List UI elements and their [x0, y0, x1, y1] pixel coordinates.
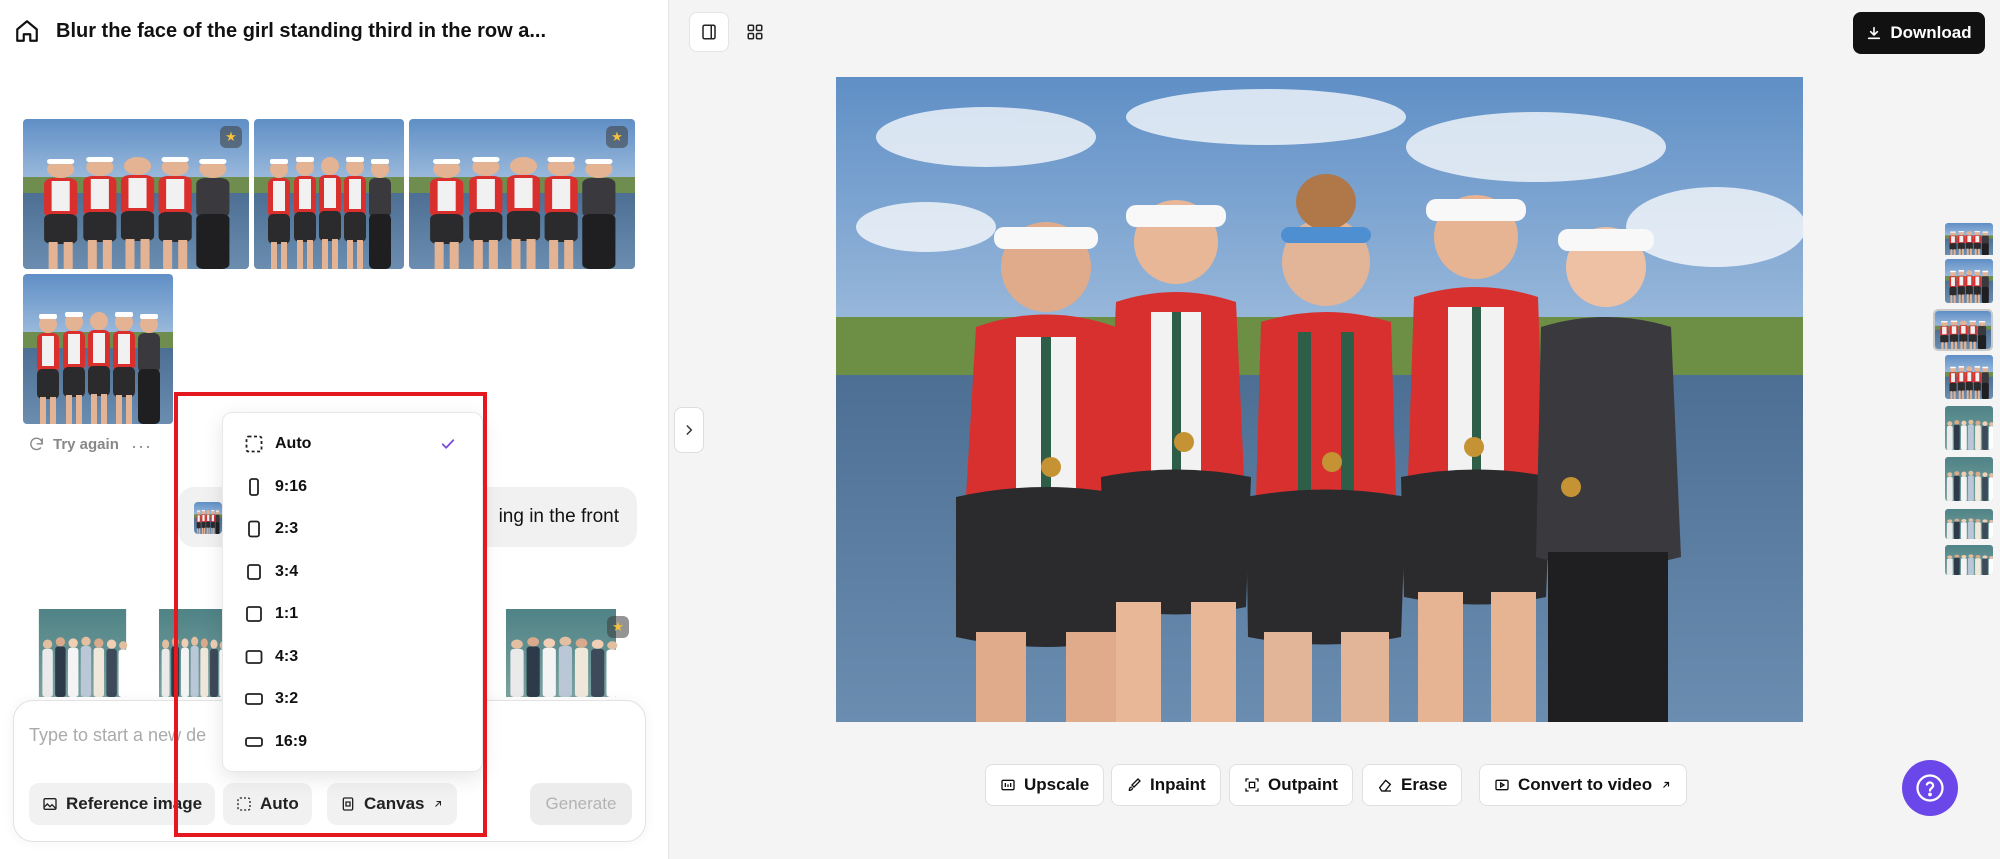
brush-icon — [1128, 778, 1141, 792]
single-view-icon — [702, 24, 716, 40]
inpaint-button[interactable]: Inpaint — [1111, 764, 1221, 806]
portrait-tall-icon — [245, 478, 263, 496]
result-thumbnail-2[interactable] — [254, 119, 404, 269]
aspect-option-label: Auto — [275, 435, 312, 452]
conversation-title: Blur the face of the girl standing third… — [56, 20, 547, 42]
square-icon — [245, 605, 263, 623]
help-icon — [1916, 774, 1944, 802]
external-arrow-icon — [435, 801, 442, 807]
portrait-icon — [245, 520, 263, 538]
reference-image-button[interactable]: Reference image — [29, 783, 216, 825]
canvas-icon — [342, 797, 354, 811]
video-icon — [1495, 779, 1509, 791]
aspect-option-auto[interactable]: Auto — [223, 424, 484, 464]
chevron-right-icon — [686, 425, 693, 435]
banana-icon: ★ — [607, 616, 629, 638]
upscale-button[interactable]: Upscale — [985, 764, 1105, 806]
aspect-option-label: 16:9 — [275, 733, 308, 750]
aspect-option-label: 4:3 — [275, 648, 299, 665]
erase-button[interactable]: Erase — [1362, 764, 1463, 806]
image-icon — [43, 798, 57, 810]
aspect-option-9-16[interactable]: 9:16 — [223, 467, 484, 507]
dashed-square-icon — [237, 797, 251, 811]
outpaint-button[interactable]: Outpaint — [1229, 764, 1353, 806]
aspect-ratio-menu: Auto 9:16 2:3 3:4 1:1 4:3 3:2 16:9 — [222, 412, 483, 772]
upscale-label: Upscale — [1024, 775, 1090, 794]
download-icon — [1868, 26, 1881, 40]
portrait-wide-icon — [245, 563, 263, 581]
result-thumbnail-4[interactable] — [23, 274, 173, 424]
aspect-ratio-label: Auto — [260, 794, 299, 813]
banana-icon: ★ — [606, 126, 628, 148]
grid-view-button[interactable] — [735, 12, 775, 52]
history-thumbnail[interactable] — [1945, 457, 1993, 501]
history-thumbnail[interactable] — [1945, 509, 1993, 539]
canvas-button[interactable]: Canvas — [327, 783, 458, 825]
aspect-option-label: 9:16 — [275, 478, 308, 495]
reference-image-label: Reference image — [66, 794, 203, 813]
aspect-option-label: 1:1 — [275, 605, 299, 622]
single-view-button[interactable] — [689, 12, 729, 52]
aspect-option-16-9[interactable]: 16:9 — [223, 722, 484, 762]
banana-icon: ★ — [220, 126, 242, 148]
external-arrow-icon — [1663, 781, 1670, 788]
previous-result-1[interactable] — [23, 609, 142, 697]
inpaint-label: Inpaint — [1150, 775, 1206, 794]
history-thumbnail[interactable] — [1945, 406, 1993, 450]
aspect-option-label: 2:3 — [275, 520, 299, 537]
more-options-button[interactable]: ··· — [131, 436, 152, 457]
main-preview-image — [836, 77, 1803, 722]
aspect-option-1-1[interactable]: 1:1 — [223, 594, 484, 634]
eraser-icon — [1378, 779, 1392, 792]
help-button[interactable] — [1902, 760, 1958, 816]
checkmark-icon — [439, 435, 457, 453]
try-again-button[interactable]: Try again — [28, 436, 119, 453]
chat-panel: Blur the face of the girl standing third… — [0, 0, 669, 859]
generate-button[interactable]: Generate — [530, 783, 632, 825]
user-message-text: ing in the front — [498, 506, 619, 527]
upscale-icon — [1001, 779, 1015, 791]
outpaint-icon — [1245, 778, 1259, 792]
previous-result-3[interactable]: ★ — [486, 609, 636, 697]
history-thumbnail[interactable] — [1945, 355, 1993, 399]
landscape-icon — [245, 648, 263, 666]
convert-to-video-label: Convert to video — [1518, 775, 1653, 794]
landscape-wide-icon — [245, 690, 263, 708]
aspect-option-label: 3:4 — [275, 563, 299, 580]
history-thumbnail-selected[interactable] — [1933, 309, 1993, 351]
view-toggle — [689, 12, 775, 52]
aspect-option-2-3[interactable]: 2:3 — [223, 509, 484, 549]
aspect-option-label: 3:2 — [275, 690, 299, 707]
attached-image-thumbnail[interactable] — [194, 502, 222, 534]
download-label: Download — [1890, 23, 1972, 42]
aspect-ratio-button[interactable]: Auto — [223, 783, 312, 825]
convert-to-video-button[interactable]: Convert to video — [1479, 764, 1688, 806]
refresh-icon — [30, 437, 43, 451]
erase-label: Erase — [1401, 775, 1448, 794]
outpaint-label: Outpaint — [1268, 775, 1338, 794]
landscape-widest-icon — [245, 733, 263, 751]
chat-header: Blur the face of the girl standing third… — [0, 0, 668, 62]
download-button[interactable]: Download — [1853, 12, 1985, 54]
history-thumbnail[interactable] — [1945, 545, 1993, 575]
expand-panel-button[interactable] — [674, 407, 704, 453]
try-again-label: Try again — [53, 436, 119, 453]
aspect-option-4-3[interactable]: 4:3 — [223, 637, 484, 677]
result-thumbnail-1[interactable]: ★ — [23, 119, 249, 269]
aspect-option-3-2[interactable]: 3:2 — [223, 679, 484, 719]
canvas-label: Canvas — [364, 794, 425, 813]
home-button[interactable] — [14, 18, 40, 44]
dashed-square-icon — [245, 435, 263, 453]
home-icon — [16, 20, 38, 42]
grid-icon — [747, 24, 763, 40]
result-thumbnail-3[interactable]: ★ — [409, 119, 635, 269]
aspect-option-3-4[interactable]: 3:4 — [223, 552, 484, 592]
history-thumbnail[interactable] — [1945, 259, 1993, 303]
